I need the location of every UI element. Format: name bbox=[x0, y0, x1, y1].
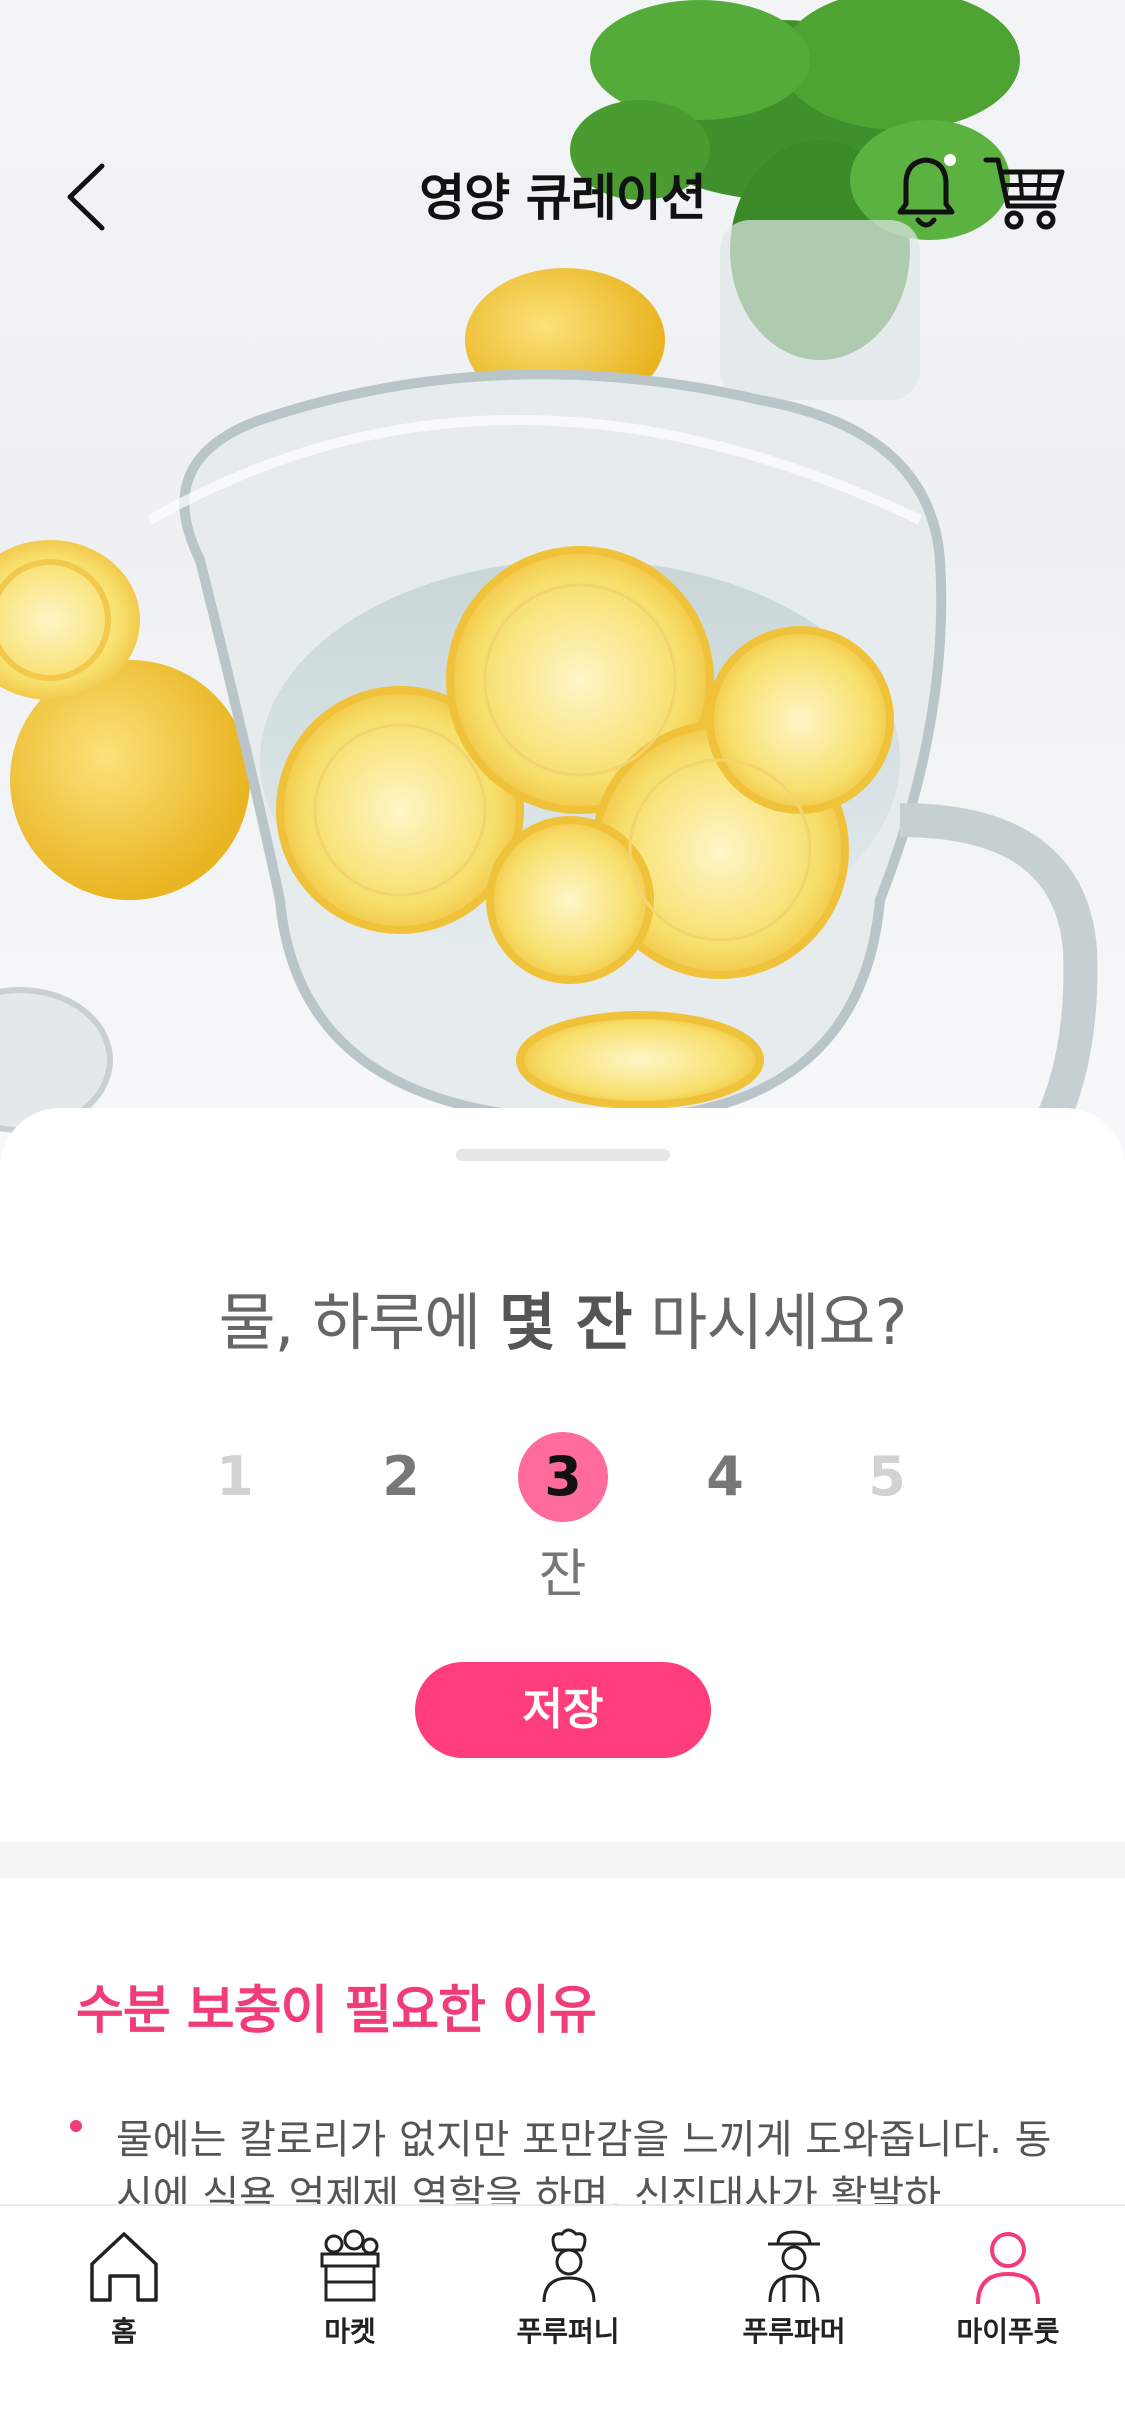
market-basket-icon bbox=[320, 2229, 380, 2302]
house-icon bbox=[90, 2232, 158, 2302]
farmer-icon bbox=[768, 2230, 820, 2303]
cart-button[interactable] bbox=[982, 150, 1066, 236]
sheet-drag-handle[interactable] bbox=[456, 1149, 670, 1161]
notification-dot bbox=[944, 154, 956, 166]
bullet-dot bbox=[70, 2120, 82, 2132]
tab-purupameo[interactable]: 푸루파머 bbox=[704, 2226, 884, 2376]
tab-purupameo-label: 푸루파머 bbox=[742, 2315, 846, 2348]
tab-my-purut[interactable]: 마이푸룻 bbox=[918, 2226, 1098, 2376]
section-divider bbox=[0, 1842, 1125, 1878]
cup-option-1[interactable]: 1 bbox=[190, 1432, 280, 1522]
cup-option-4[interactable]: 4 bbox=[680, 1432, 770, 1522]
question-prefix: 물, 하루에 bbox=[218, 1286, 499, 1359]
save-button[interactable]: 저장 bbox=[415, 1662, 711, 1758]
cup-option-3-selected[interactable]: 3 bbox=[518, 1432, 608, 1522]
tab-market[interactable]: 마켓 bbox=[260, 2226, 440, 2376]
tab-my-purut-label: 마이푸룻 bbox=[956, 2315, 1060, 2348]
cup-option-5[interactable]: 5 bbox=[842, 1432, 932, 1522]
notification-button[interactable] bbox=[890, 150, 962, 236]
cup-count-picker[interactable]: 1 2 3 4 5 bbox=[0, 1432, 1125, 1522]
tab-purupeoni-label: 푸루퍼니 bbox=[516, 2315, 620, 2348]
tab-market-label: 마켓 bbox=[324, 2315, 376, 2348]
cart-icon bbox=[983, 157, 1065, 230]
tab-home-label: 홈 bbox=[111, 2315, 137, 2348]
question-suffix: 마시세요? bbox=[631, 1286, 907, 1359]
question-emphasis: 몇 잔 bbox=[498, 1286, 633, 1359]
water-question: 물, 하루에 몇 잔 마시세요? bbox=[0, 1272, 1125, 1362]
bottom-tab-bar: 홈 마켓 푸루퍼니 푸루파머 마이푸룻 bbox=[0, 2204, 1125, 2436]
cup-option-2[interactable]: 2 bbox=[356, 1432, 446, 1522]
person-icon bbox=[976, 2232, 1040, 2305]
tab-purupeoni[interactable]: 푸루퍼니 bbox=[478, 2226, 658, 2376]
reason-section-title: 수분 보충이 필요한 이유 bbox=[76, 1981, 597, 2041]
chef-icon bbox=[542, 2228, 596, 2303]
tab-home[interactable]: 홈 bbox=[34, 2226, 214, 2376]
cup-unit-label: 잔 bbox=[538, 1545, 587, 1605]
bell-icon bbox=[897, 154, 956, 228]
